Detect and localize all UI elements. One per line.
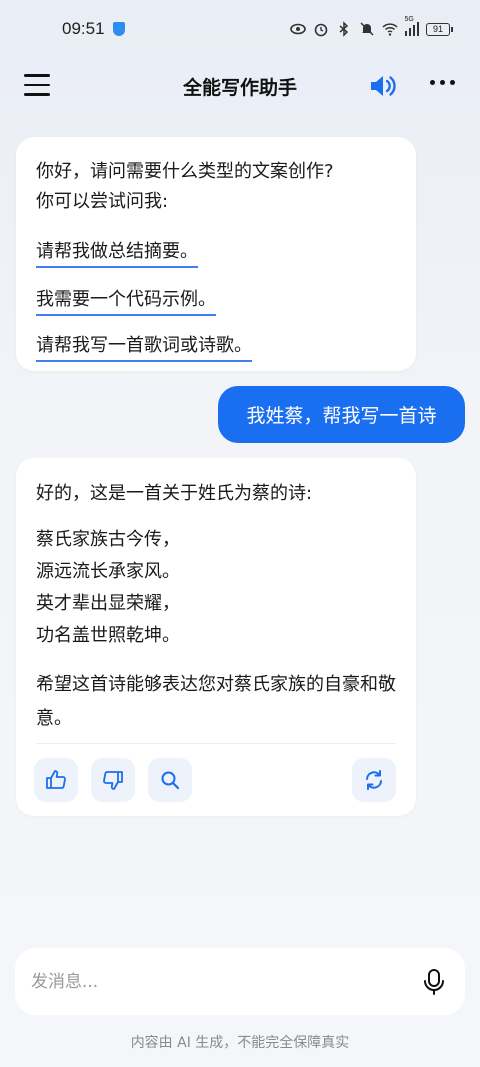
suggestion-summary[interactable]: 请帮我做总结摘要。 [36,237,198,268]
status-time: 09:51 [62,19,105,38]
eye-icon [289,23,306,35]
thumbs-down-button[interactable] [91,758,135,802]
mute-bell-icon [359,22,374,36]
poem-block: 蔡氏家族古今传， 源远流长承家风。 英才辈出显荣耀， 功名盖世照乾坤。 [36,524,180,652]
suggestion-code-example[interactable]: 我需要一个代码示例。 [36,285,216,316]
search-icon [161,771,180,790]
poem-line: 英才辈出显荣耀， [36,593,180,614]
thumbs-down-icon [103,771,123,790]
user-message-bubble: 我姓蔡，帮我写一首诗 [218,386,465,443]
thumbs-up-button[interactable] [34,758,78,802]
app-bar: 全能写作助手 [0,58,480,114]
greeting-line: 你好，请问需要什么类型的文案创作? [36,161,334,182]
poem-line: 功名盖世照乾坤。 [36,625,180,646]
status-bar: 09:51 5G 91 [0,0,480,58]
battery-level: 91 [432,23,443,34]
reply-intro: 好的，这是一首关于姓氏为蔡的诗: [36,483,313,504]
divider [36,743,396,744]
status-icons: 5G 91 [289,16,453,37]
refresh-icon [366,770,382,790]
hint-line: 你可以尝试问我: [36,191,169,212]
alarm-icon [314,23,327,37]
thumbs-up-icon [46,770,66,789]
reply-outro: 希望这首诗能够表达您对蔡氏家族的自豪和敬意。 [36,674,396,729]
microphone-icon[interactable] [419,967,449,997]
ai-disclaimer: 内容由 AI 生成，不能完全保障真实 [130,1035,350,1051]
hamburger-menu-icon[interactable] [24,74,50,96]
poem-line: 蔡氏家族古今传， [36,529,180,550]
assistant-reply-bubble: 好的，这是一首关于姓氏为蔡的诗: 蔡氏家族古今传， 源远流长承家风。 英才辈出显… [16,458,416,816]
signal-icon: 5G [404,16,419,36]
wifi-icon [381,23,398,36]
user-message-text: 我姓蔡，帮我写一首诗 [246,405,437,427]
message-composer [15,948,465,1015]
poem-line: 源远流长承家风。 [36,561,180,582]
message-input[interactable] [31,971,419,992]
bluetooth-icon [339,21,348,37]
assistant-intro-bubble: 你好，请问需要什么类型的文案创作? 你可以尝试问我: 请帮我做总结摘要。 我需要… [16,137,416,371]
suggestion-lyrics-poem[interactable]: 请帮我写一首歌词或诗歌。 [36,331,252,362]
speaker-icon[interactable] [369,73,399,99]
page-title: 全能写作助手 [182,76,297,99]
regenerate-button[interactable] [352,758,396,802]
security-shield-icon [112,22,125,36]
more-dots-icon[interactable] [430,80,455,85]
search-button[interactable] [148,758,192,802]
battery-icon: 91 [426,22,453,36]
network-type: 5G [404,16,414,23]
